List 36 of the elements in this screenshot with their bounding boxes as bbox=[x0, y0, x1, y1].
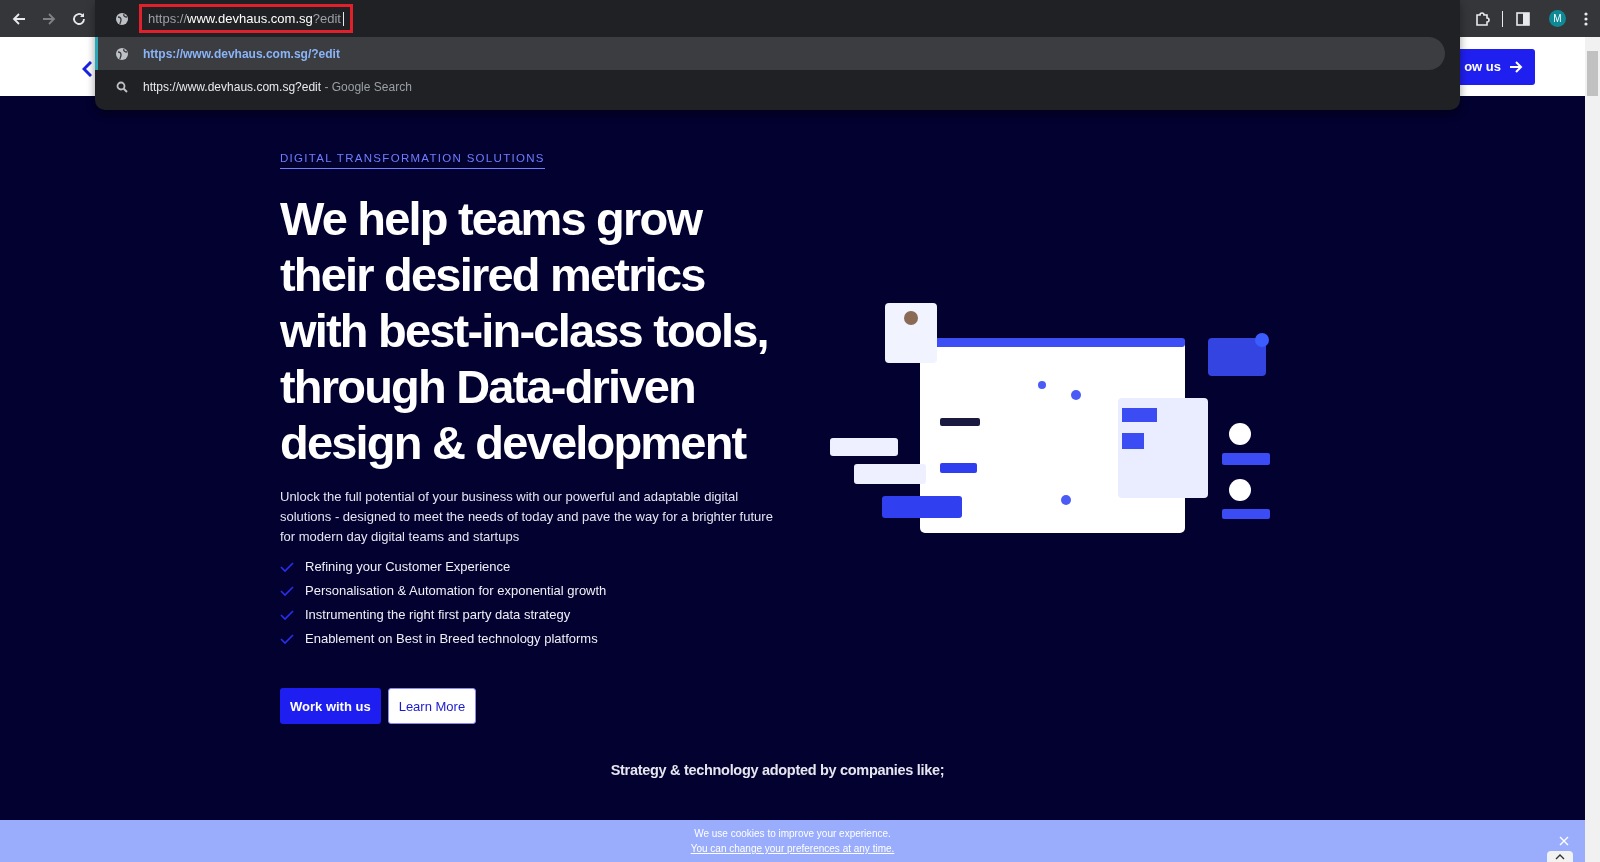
suggestion-item[interactable]: https://www.devhaus.com.sg?edit - Google Search bbox=[95, 70, 1445, 103]
heading-line: We help teams grow bbox=[280, 191, 702, 247]
menu-icon[interactable] bbox=[1584, 10, 1588, 27]
logo-icon[interactable] bbox=[82, 60, 92, 77]
search-icon bbox=[115, 79, 129, 94]
feature-text: Enablement on Best in Breed technology platforms bbox=[305, 631, 598, 646]
heading-line: design & development bbox=[280, 415, 746, 471]
reload-icon[interactable] bbox=[71, 10, 87, 27]
collapse-button[interactable] bbox=[1547, 851, 1573, 862]
feature-text: Instrumenting the right first party data strategy bbox=[305, 607, 571, 622]
check-icon bbox=[280, 584, 294, 597]
address-field[interactable]: https://www.devhaus.com.sg?edit bbox=[139, 4, 353, 33]
side-panel-icon[interactable] bbox=[1515, 10, 1531, 27]
cookie-message: We use cookies to improve your experience. bbox=[694, 828, 891, 839]
clients-heading: Strategy & technology adopted by companies like; bbox=[609, 762, 946, 778]
profile-avatar[interactable]: M bbox=[1549, 10, 1566, 27]
heading-line: with best-in-class tools, bbox=[280, 303, 768, 359]
eyebrow-text: DIGITAL TRANSFORMATION SOLUTIONS bbox=[280, 152, 545, 169]
globe-icon bbox=[115, 11, 129, 26]
back-icon[interactable] bbox=[11, 10, 27, 27]
learn-more-button[interactable]: Learn More bbox=[387, 688, 477, 724]
check-icon bbox=[280, 632, 294, 645]
check-icon bbox=[280, 560, 294, 573]
feature-text: Refining your Customer Experience bbox=[305, 559, 511, 574]
arrow-right-icon bbox=[1509, 59, 1523, 74]
scrollbar[interactable] bbox=[1585, 37, 1600, 862]
heading-line: through Data-driven bbox=[280, 359, 695, 415]
extensions-icon[interactable] bbox=[1474, 10, 1490, 27]
check-icon bbox=[280, 608, 294, 621]
suggestion-item[interactable]: https://www.devhaus.com.sg/?edit bbox=[95, 37, 1445, 70]
work-with-us-button[interactable]: Work with us bbox=[280, 688, 381, 724]
chevron-up-icon bbox=[1555, 853, 1565, 860]
intro-text: Unlock the full potential of your business with our powerful and adaptable digital solutions - designed to meet the needs of today and pave the way for a brighter future for modern day digital teams and startups bbox=[280, 488, 774, 546]
globe-icon bbox=[115, 46, 129, 61]
heading-line: their desired metrics bbox=[280, 247, 705, 303]
feature-text: Personalisation & Automation for exponential growth bbox=[305, 583, 607, 598]
